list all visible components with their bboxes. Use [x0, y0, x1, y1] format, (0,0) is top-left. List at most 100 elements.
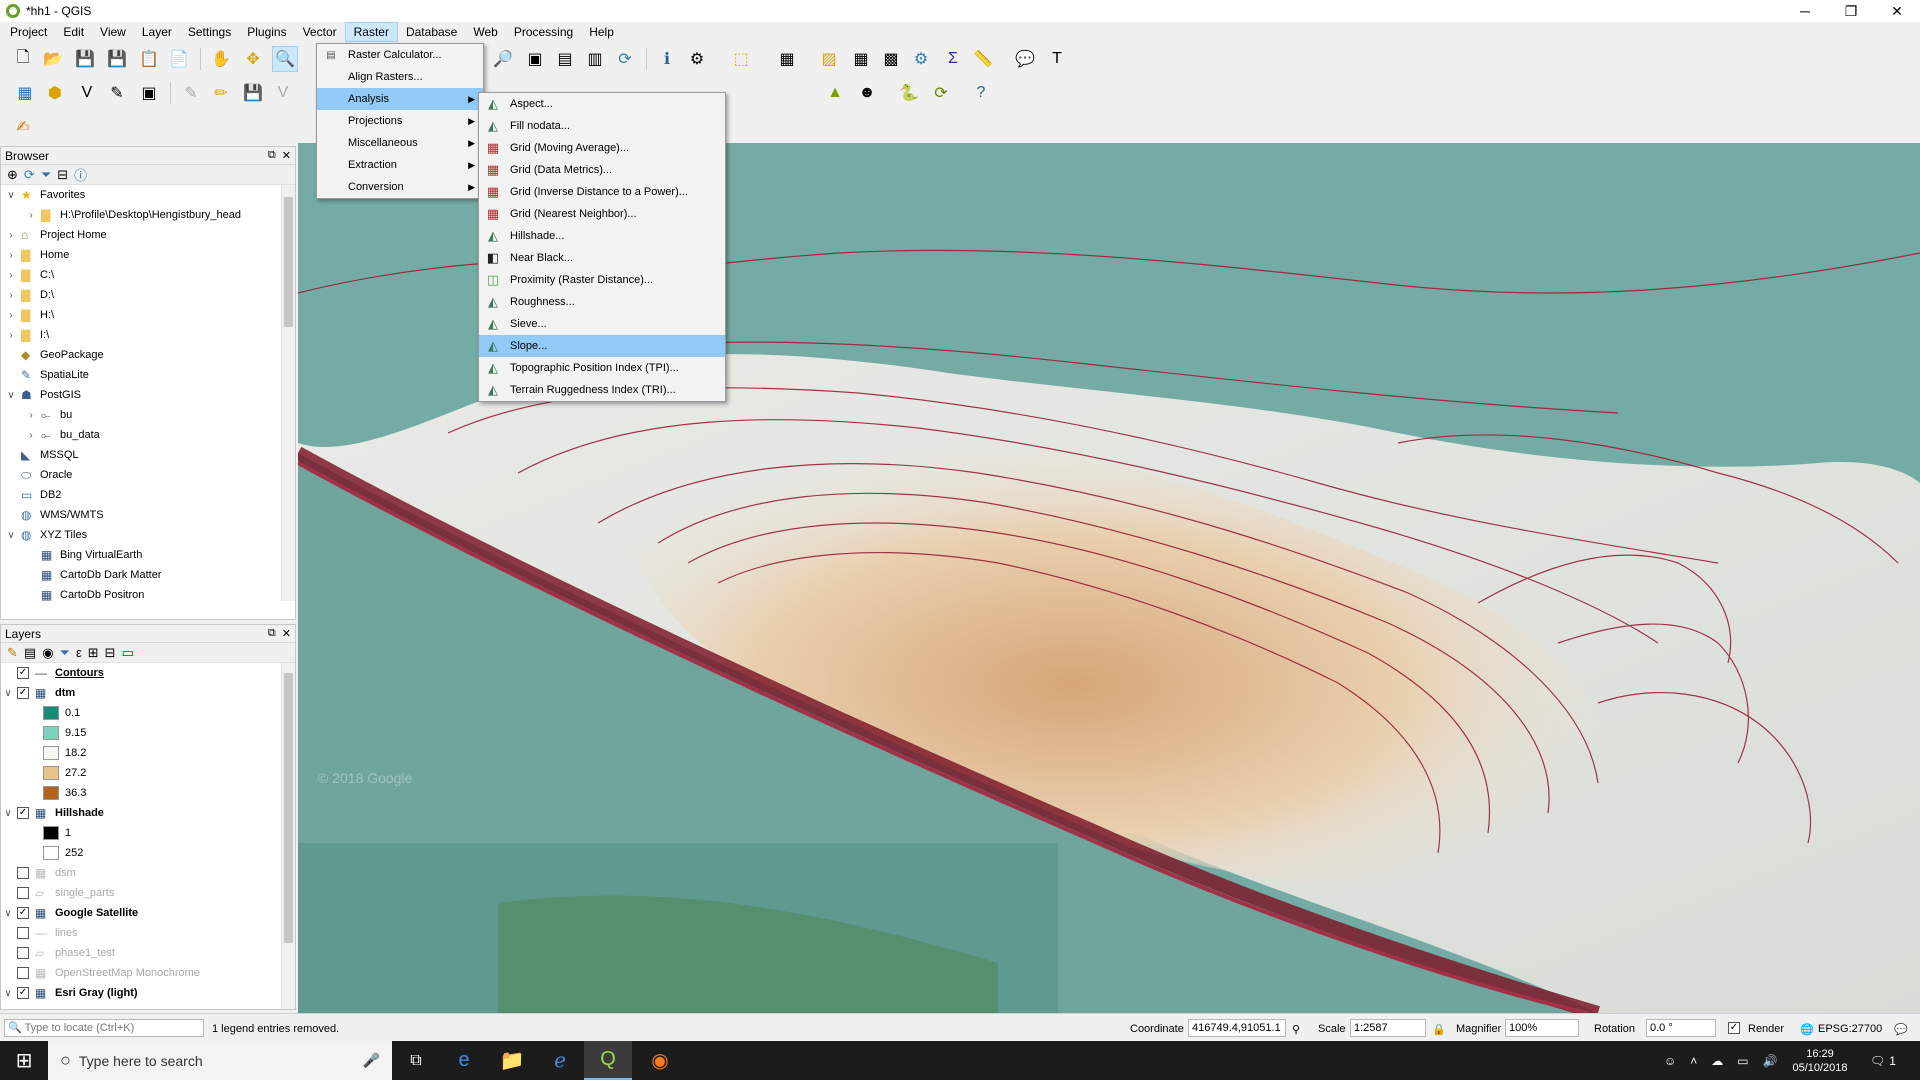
- refresh-icon[interactable]: ⟳: [24, 167, 35, 183]
- expander-icon[interactable]: ›: [5, 250, 17, 261]
- layers-scrollbar[interactable]: [281, 663, 295, 1009]
- menu-edit[interactable]: Edit: [55, 22, 92, 42]
- crs-button[interactable]: EPSG:27700: [1818, 1023, 1882, 1035]
- analysis-menu-item[interactable]: ▦ Grid (Moving Average)...: [479, 137, 725, 159]
- toggle-editing-icon[interactable]: ✏: [208, 80, 234, 106]
- filter-icon[interactable]: ⏷: [41, 167, 51, 183]
- processing-toolbox-icon[interactable]: ⚙: [908, 46, 934, 72]
- expander-icon[interactable]: ›: [5, 330, 17, 341]
- float-panel-icon[interactable]: ⧉: [268, 627, 276, 640]
- raster-menu-item[interactable]: Extraction ▶: [317, 154, 483, 176]
- layer-visibility-checkbox[interactable]: [17, 867, 29, 879]
- analysis-menu-item[interactable]: ◭ Topographic Position Index (TPI)...: [479, 357, 725, 379]
- expander-icon[interactable]: ∨: [1, 808, 15, 819]
- layer-visibility-checkbox[interactable]: ✓: [17, 907, 29, 919]
- close-panel-icon[interactable]: ✕: [282, 149, 291, 162]
- browser-item[interactable]: ∨ ★ Favorites: [1, 185, 295, 205]
- expander-icon[interactable]: ›: [5, 310, 17, 321]
- raster-menu-item[interactable]: Projections ▶: [317, 110, 483, 132]
- expander-icon[interactable]: ∨: [1, 988, 15, 999]
- identify-icon[interactable]: ℹ: [654, 46, 680, 72]
- layer-row[interactable]: ∨ ✓ ▦ Hillshade: [1, 803, 295, 823]
- people-icon[interactable]: ☺: [1664, 1054, 1676, 1068]
- browser-item[interactable]: ▭ DB2: [1, 485, 295, 505]
- bookmark-icon[interactable]: ▥: [582, 46, 608, 72]
- browser-item[interactable]: ◣ MSSQL: [1, 445, 295, 465]
- menu-database[interactable]: Database: [398, 22, 465, 42]
- analysis-menu-item[interactable]: ◭ Terrain Ruggedness Index (TRI)...: [479, 379, 725, 401]
- layer-row[interactable]: ✓ — Contours: [1, 663, 295, 683]
- browser-item[interactable]: ∨ ☗ PostGIS: [1, 385, 295, 405]
- pencil-tool-icon[interactable]: ✍: [10, 114, 36, 140]
- open-project-icon[interactable]: 📂: [40, 46, 66, 72]
- menu-help[interactable]: Help: [581, 22, 622, 42]
- browser-item[interactable]: › ▇ H:\Profile\Desktop\Hengistbury_head: [1, 205, 295, 225]
- zoom-next-icon[interactable]: ▤: [552, 46, 578, 72]
- action-icon[interactable]: ⚙: [684, 46, 710, 72]
- add-selected-icon[interactable]: ⊕: [7, 167, 18, 183]
- crs-globe-icon[interactable]: 🌐: [1800, 1023, 1814, 1036]
- onedrive-icon[interactable]: ☁: [1711, 1054, 1723, 1068]
- browser-item[interactable]: › ⟜ bu_data: [1, 425, 295, 445]
- show-hidden-icons-icon[interactable]: ˄: [1690, 1054, 1697, 1068]
- analysis-menu-item[interactable]: ▦ Grid (Nearest Neighbor)...: [479, 203, 725, 225]
- layer-visibility-checkbox[interactable]: [17, 947, 29, 959]
- raster-menu-item[interactable]: Analysis ▶: [317, 88, 483, 110]
- filter-legend-icon[interactable]: ⏷: [60, 645, 70, 661]
- layer-row[interactable]: ∨ ✓ ▦ dtm: [1, 683, 295, 703]
- layer-row[interactable]: ▱ single_parts: [1, 883, 295, 903]
- qgis-taskbar-icon[interactable]: Q: [584, 1041, 632, 1080]
- layer-visibility-checkbox[interactable]: ✓: [17, 987, 29, 999]
- expand-all-icon[interactable]: ⊞: [88, 645, 99, 661]
- rotation-spinbox[interactable]: 0.0 °: [1646, 1019, 1716, 1037]
- analysis-menu-item[interactable]: ◭ Fill nodata...: [479, 115, 725, 137]
- deselect-icon[interactable]: ▨: [816, 46, 842, 72]
- browser-item[interactable]: › ▇ C:\: [1, 265, 295, 285]
- expander-icon[interactable]: ›: [25, 210, 37, 221]
- analysis-menu-item[interactable]: ▦ Grid (Data Metrics)...: [479, 159, 725, 181]
- save-project-icon[interactable]: 💾: [72, 46, 98, 72]
- select-features-icon[interactable]: ⬚: [728, 46, 754, 72]
- properties-icon[interactable]: ⓘ: [74, 165, 87, 184]
- data-source-manager-icon[interactable]: ▦: [12, 80, 38, 106]
- scale-combobox[interactable]: 1:2587: [1350, 1019, 1426, 1037]
- manage-themes-icon[interactable]: ◉: [42, 645, 53, 661]
- browser-item[interactable]: ◍ WMS/WMTS: [1, 505, 295, 525]
- expander-icon[interactable]: ∨: [5, 530, 17, 541]
- menu-project[interactable]: Project: [2, 22, 55, 42]
- toggle-extents-icon[interactable]: ⚲: [1292, 1023, 1300, 1036]
- expander-icon[interactable]: ∨: [1, 688, 15, 699]
- browser-item[interactable]: › ⟜ bu: [1, 405, 295, 425]
- analysis-menu-item[interactable]: ◭ Roughness...: [479, 291, 725, 313]
- layer-row[interactable]: ▦ OpenStreetMap Monochrome: [1, 963, 295, 983]
- analysis-menu-item[interactable]: ◭ Hillshade...: [479, 225, 725, 247]
- volume-icon[interactable]: 🔊: [1763, 1054, 1778, 1068]
- browser-item[interactable]: › ▇ I:\: [1, 325, 295, 345]
- browser-item[interactable]: ∨ ◍ XYZ Tiles: [1, 525, 295, 545]
- firefox-icon[interactable]: ◉: [636, 1041, 684, 1080]
- raster-menu-item[interactable]: ▤ Raster Calculator...: [317, 44, 483, 66]
- maximize-button[interactable]: ❐: [1828, 0, 1874, 22]
- zoom-layer-icon[interactable]: 🔎: [490, 46, 516, 72]
- layer-visibility-checkbox[interactable]: [17, 967, 29, 979]
- layer-row[interactable]: — lines: [1, 923, 295, 943]
- python-console-icon[interactable]: 🐍: [896, 80, 922, 106]
- pan-icon[interactable]: ✋: [208, 46, 234, 72]
- messages-icon[interactable]: 💬: [1894, 1023, 1908, 1036]
- refresh-icon[interactable]: ⟳: [612, 46, 638, 72]
- add-layer-icon[interactable]: ⬢: [42, 80, 68, 106]
- layout-icon[interactable]: 📋: [136, 46, 162, 72]
- browser-item[interactable]: › ⌂ Project Home: [1, 225, 295, 245]
- analysis-menu-item[interactable]: ◧ Near Black...: [479, 247, 725, 269]
- menu-web[interactable]: Web: [465, 22, 505, 42]
- layer-visibility-checkbox[interactable]: ✓: [17, 667, 29, 679]
- analysis-menu-item[interactable]: ◭ Aspect...: [479, 93, 725, 115]
- save-edits-icon[interactable]: 💾: [240, 80, 266, 106]
- text-annotation-icon[interactable]: T: [1044, 46, 1070, 72]
- layer-visibility-checkbox[interactable]: [17, 927, 29, 939]
- zoom-last-icon[interactable]: ▣: [522, 46, 548, 72]
- expander-icon[interactable]: ∨: [5, 190, 17, 201]
- layer-row[interactable]: ∨ ✓ ▦ Esri Gray (light): [1, 983, 295, 1003]
- attribute-table-icon[interactable]: ▦: [848, 46, 874, 72]
- menu-view[interactable]: View: [92, 22, 134, 42]
